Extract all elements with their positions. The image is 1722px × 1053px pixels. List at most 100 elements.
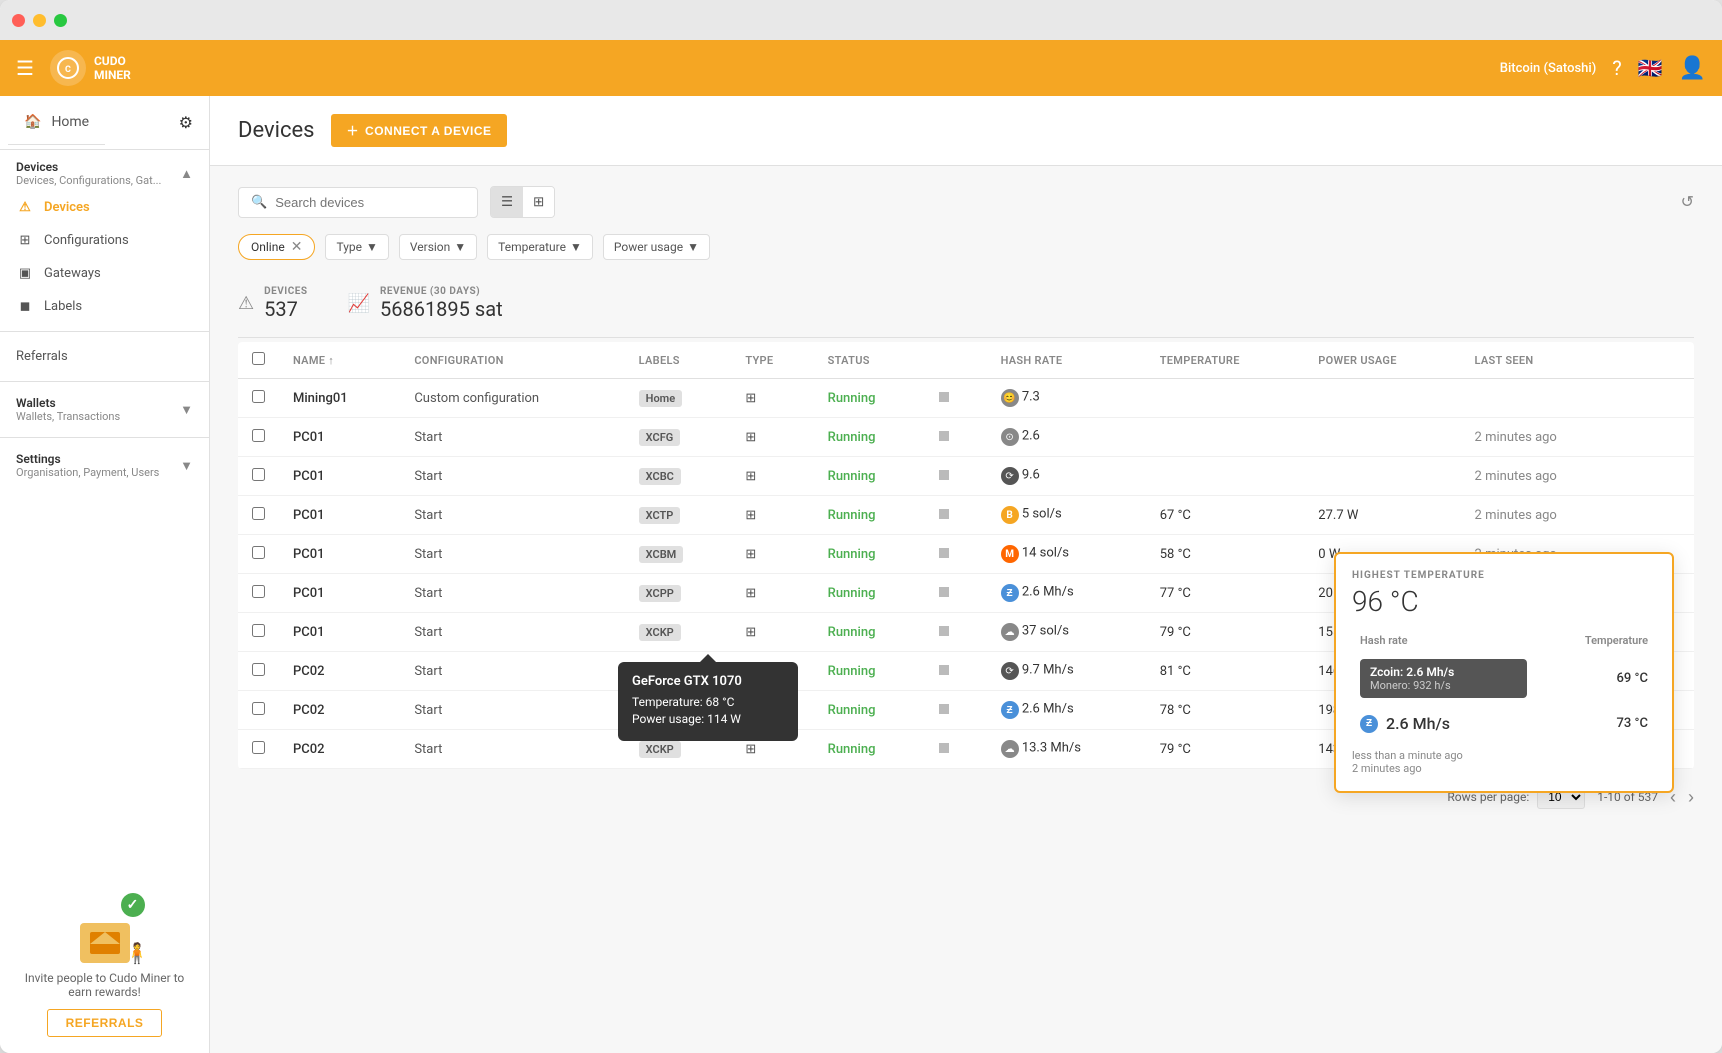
- sidebar-item-configurations[interactable]: ⊞ Configurations: [0, 224, 209, 257]
- settings-icon[interactable]: ⚙: [171, 105, 201, 140]
- hamburger-menu[interactable]: ☰: [16, 56, 34, 80]
- cell-temp: [1146, 379, 1305, 418]
- cell-config: Start: [400, 613, 624, 652]
- devices-content: 🔍 ☰ ⊞ ↺ Online ✕: [210, 166, 1722, 829]
- close-button[interactable]: [12, 14, 25, 27]
- referrals-button[interactable]: REFERRALS: [47, 1009, 163, 1037]
- col-temperature[interactable]: Temperature: [1146, 342, 1305, 379]
- cell-name: PC01: [279, 457, 400, 496]
- wallets-title: Wallets: [16, 396, 120, 410]
- sidebar-item-gateways[interactable]: ▣ Gateways: [0, 257, 209, 290]
- row-checkbox[interactable]: [252, 507, 265, 520]
- table-row[interactable]: PC01 Start XCFG ⊞ Running ⊙ 2.6 2 minute…: [238, 418, 1694, 457]
- row-checkbox[interactable]: [252, 390, 265, 403]
- minimize-button[interactable]: [33, 14, 46, 27]
- sidebar-settings[interactable]: Settings Organisation, Payment, Users ▼: [0, 446, 209, 485]
- currency-label[interactable]: Bitcoin (Satoshi): [1500, 61, 1597, 76]
- select-all-checkbox[interactable]: [252, 352, 265, 365]
- cell-status: Running: [814, 535, 925, 574]
- search-input[interactable]: [275, 195, 465, 210]
- cell-hashrate: B 5 sol/s: [987, 496, 1146, 535]
- table-row[interactable]: PC01 Start XCTP ⊞ Running B 5 sol/s 67 °…: [238, 496, 1694, 535]
- sidebar-item-referrals[interactable]: Referrals: [0, 340, 209, 373]
- cell-config: Start: [400, 496, 624, 535]
- devices-stat-icon: ⚠: [238, 293, 254, 314]
- logo-icon: C: [50, 50, 86, 86]
- row-checkbox[interactable]: [252, 741, 265, 754]
- cell-name: PC02: [279, 730, 400, 769]
- sidebar-item-devices[interactable]: ⚠ Devices: [0, 191, 209, 224]
- col-labels[interactable]: Labels: [625, 342, 732, 379]
- cell-power: 27.7 W: [1304, 496, 1460, 535]
- user-icon[interactable]: 👤: [1679, 56, 1706, 81]
- sidebar: 🏠 Home ⚙ Devices Devices, Configurations…: [0, 96, 210, 1053]
- type-filter[interactable]: Type ▼: [325, 234, 388, 260]
- cell-name: PC01: [279, 418, 400, 457]
- promo-section: ✓ 🧍 Invite people to Cudo Miner to earn …: [0, 887, 209, 1053]
- sidebar-gateways-label: Gateways: [44, 266, 101, 281]
- online-filter-label: Online: [251, 240, 285, 254]
- connect-device-button[interactable]: ＋ CONNECT A DEVICE: [331, 114, 508, 147]
- tooltip-title: GeForce GTX 1070: [632, 674, 784, 689]
- cell-type: ⊞: [731, 574, 813, 613]
- row-checkbox[interactable]: [252, 468, 265, 481]
- cell-type: ⊞: [731, 496, 813, 535]
- cell-label: XCFG: [625, 418, 732, 457]
- col-configuration[interactable]: Configuration: [400, 342, 624, 379]
- col-type[interactable]: Type: [731, 342, 813, 379]
- temperature-filter[interactable]: Temperature ▼: [487, 234, 593, 260]
- cell-config: Start: [400, 691, 624, 730]
- power-usage-filter[interactable]: Power usage ▼: [603, 234, 710, 260]
- cell-graph: [925, 535, 987, 574]
- home-label: Home: [51, 114, 89, 130]
- wallets-sub: Wallets, Transactions: [16, 410, 120, 423]
- settings-title: Settings: [16, 452, 159, 466]
- cell-graph: [925, 730, 987, 769]
- table-row[interactable]: PC01 Start XCBC ⊞ Running ⟳ 9.6 2 minute…: [238, 457, 1694, 496]
- list-view-button[interactable]: ☰: [491, 187, 523, 217]
- online-filter-chip[interactable]: Online ✕: [238, 234, 315, 260]
- top-navigation: ☰ C CUDO MINER Bitcoin (Satoshi) ? 🇬🇧 👤: [0, 40, 1722, 96]
- devices-stat: ⚠ DEVICES 537: [238, 286, 308, 321]
- row-checkbox[interactable]: [252, 546, 265, 559]
- cell-config: Start: [400, 574, 624, 613]
- table-row[interactable]: Mining01 Custom configuration Home ⊞ Run…: [238, 379, 1694, 418]
- remove-online-filter[interactable]: ✕: [291, 239, 303, 255]
- sidebar-devices-label: Devices: [44, 200, 90, 215]
- row-checkbox[interactable]: [252, 663, 265, 676]
- refresh-button[interactable]: ↺: [1681, 192, 1694, 212]
- cell-label: XCTP: [625, 496, 732, 535]
- cell-graph: [925, 496, 987, 535]
- grid-view-button[interactable]: ⊞: [523, 187, 554, 217]
- cell-config: Start: [400, 730, 624, 769]
- row-checkbox[interactable]: [252, 624, 265, 637]
- cell-temp: [1146, 418, 1305, 457]
- col-lastseen[interactable]: Last seen: [1461, 342, 1694, 379]
- cell-status: Running: [814, 652, 925, 691]
- cell-graph: [925, 652, 987, 691]
- help-icon[interactable]: ?: [1612, 56, 1621, 80]
- cell-graph: [925, 418, 987, 457]
- col-status[interactable]: Status: [814, 342, 925, 379]
- row-checkbox[interactable]: [252, 585, 265, 598]
- maximize-button[interactable]: [54, 14, 67, 27]
- col-power[interactable]: Power usage: [1304, 342, 1460, 379]
- search-box[interactable]: 🔍: [238, 187, 478, 218]
- col-hashrate[interactable]: Hash rate: [987, 342, 1146, 379]
- row-checkbox[interactable]: [252, 429, 265, 442]
- labels-icon: ◼: [16, 299, 34, 314]
- collapse-icon[interactable]: ▲: [180, 166, 193, 182]
- cell-temp: 78 °C: [1146, 691, 1305, 730]
- version-filter[interactable]: Version ▼: [399, 234, 477, 260]
- sidebar-wallets[interactable]: Wallets Wallets, Transactions ▼: [0, 390, 209, 429]
- sidebar-item-labels[interactable]: ◼ Labels: [0, 290, 209, 323]
- next-page-button[interactable]: ›: [1688, 787, 1694, 808]
- cell-status: Running: [814, 379, 925, 418]
- main-content-area: Devices ＋ CONNECT A DEVICE 🔍 ☰ ⊞: [210, 96, 1722, 1053]
- temp-card-row-1: Zcoin: 2.6 Mh/s Monero: 932 h/s 69 °C: [1352, 651, 1656, 706]
- sidebar-item-home[interactable]: 🏠 Home: [8, 100, 105, 145]
- language-icon[interactable]: 🇬🇧: [1638, 56, 1663, 80]
- row-checkbox[interactable]: [252, 702, 265, 715]
- col-name[interactable]: Name ↑: [279, 342, 400, 379]
- devices-stat-value: 537: [264, 297, 307, 321]
